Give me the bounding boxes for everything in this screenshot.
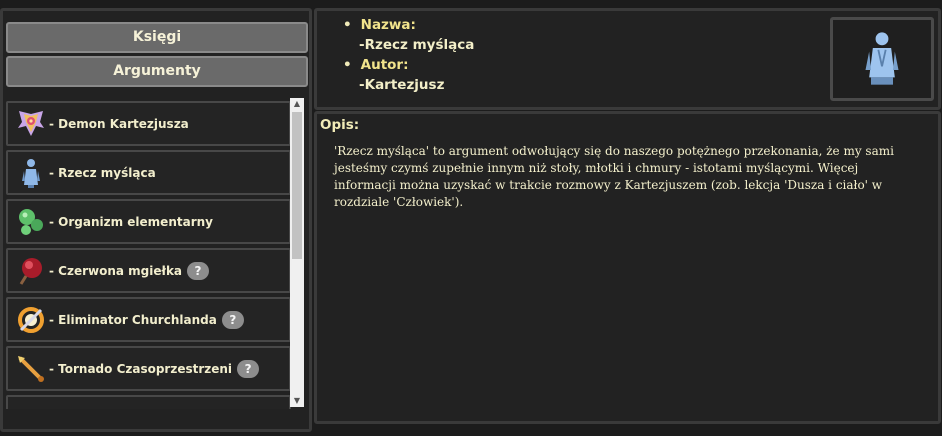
books-tab-button[interactable]: Księgi	[6, 22, 308, 53]
demon-icon	[14, 107, 48, 141]
list-item-rzecz-myslaca[interactable]: - Rzecz myśląca	[6, 150, 291, 195]
name-row: • Nazwa:	[343, 15, 474, 35]
eliminator-icon	[14, 303, 48, 337]
list-item-label: - Czerwona mgiełka	[49, 263, 183, 278]
list-item-tornado[interactable]: - Tornado Czasoprzestrzeni ?	[6, 346, 291, 391]
scroll-thumb[interactable]	[292, 112, 302, 259]
arguments-sidebar: Księgi Argumenty - Demon Kartezjusza - R…	[0, 8, 312, 432]
list-scrollbar[interactable]: ▲ ▼	[290, 98, 304, 407]
arguments-list[interactable]: - Demon Kartezjusza - Rzecz myśląca - Or…	[5, 101, 307, 409]
argument-info-panel: • Nazwa: -Rzecz myśląca • Autor: -Kartezju…	[314, 8, 941, 110]
unknown-badge[interactable]: ?	[237, 359, 260, 378]
tornado-icon	[14, 352, 48, 386]
thinking-thing-portrait-icon	[830, 17, 934, 101]
scroll-up-icon[interactable]: ▲	[290, 98, 304, 110]
author-key: Autor:	[360, 57, 409, 73]
arguments-tab-button[interactable]: Argumenty	[6, 56, 308, 87]
list-item-label: - Organizm elementarny	[49, 214, 213, 229]
name-value: -Rzecz myśląca	[359, 37, 475, 53]
argument-properties: • Nazwa: -Rzecz myśląca • Autor: -Kartezju…	[343, 15, 474, 95]
list-item-label: - Rzecz myśląca	[49, 165, 156, 180]
list-item-demon[interactable]: - Demon Kartezjusza	[6, 101, 291, 146]
description-text: 'Rzecz myśląca' to argument odwołujący s…	[334, 144, 894, 209]
list-item-eliminator[interactable]: - Eliminator Churchlanda ?	[6, 297, 291, 342]
author-row: • Autor:	[343, 55, 474, 75]
list-item-label: - Tornado Czasoprzestrzeni	[49, 361, 233, 376]
name-key: Nazwa:	[360, 17, 416, 33]
list-item-label: - Demon Kartezjusza	[49, 116, 189, 131]
thinking-thing-icon	[14, 156, 48, 190]
list-item-organizm[interactable]: - Organizm elementarny	[6, 199, 291, 244]
unknown-badge[interactable]: ?	[221, 310, 244, 329]
red-mist-icon	[14, 254, 48, 288]
list-item-label: - Eliminator Churchlanda	[49, 312, 217, 327]
description-panel: Opis: 'Rzecz myśląca' to argument odwołu…	[314, 111, 941, 424]
bullet: •	[343, 57, 352, 73]
organism-icon	[14, 205, 48, 239]
list-item-czerwona-mgielka[interactable]: - Czerwona mgiełka ?	[6, 248, 291, 293]
list-item-partial[interactable]	[6, 395, 291, 409]
author-value: -Kartezjusz	[359, 77, 445, 93]
bullet: •	[343, 17, 352, 33]
description-title: Opis:	[320, 117, 360, 133]
unknown-badge[interactable]: ?	[187, 261, 210, 280]
scroll-down-icon[interactable]: ▼	[290, 395, 304, 407]
